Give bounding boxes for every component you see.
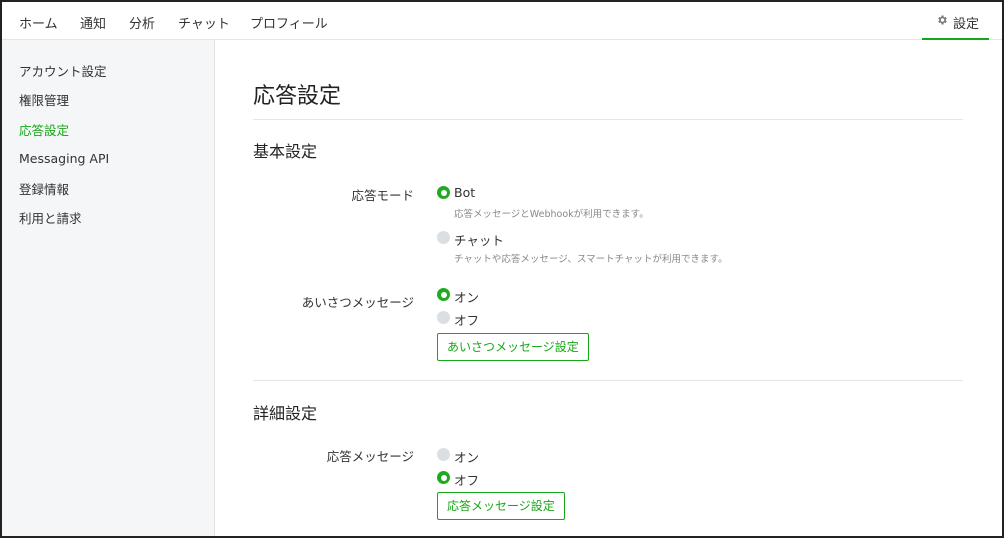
sidebar-item-response-settings[interactable]: 応答設定 [19, 120, 69, 139]
radio-unselected-icon [437, 311, 450, 324]
sidebar-item-messaging-api[interactable]: Messaging API [19, 151, 109, 166]
nav-analytics[interactable]: 分析 [129, 13, 155, 32]
radio-selected-icon [437, 186, 450, 199]
nav-home[interactable]: ホーム [19, 13, 58, 32]
radio-label: オフ [454, 313, 480, 328]
radio-label: オン [454, 290, 480, 305]
section-divider [253, 380, 963, 381]
section-heading-advanced: 詳細設定 [253, 404, 318, 423]
sidebar-item-account-settings[interactable]: アカウント設定 [19, 61, 107, 80]
radio-label: オフ [454, 473, 480, 488]
greeting-settings-button[interactable]: あいさつメッセージ設定 [437, 333, 589, 361]
title-divider [253, 119, 963, 120]
chat-description: チャットや応答メッセージ、スマートチャットが利用できます。 [454, 254, 728, 265]
page-title: 応答設定 [253, 84, 342, 109]
radio-unselected-icon [437, 231, 450, 244]
bot-description: 応答メッセージとWebhookが利用できます。 [454, 209, 649, 220]
nav-settings[interactable]: 設定 [922, 2, 989, 40]
sidebar-item-registration-info[interactable]: 登録情報 [19, 179, 69, 198]
section-heading-basic: 基本設定 [253, 142, 318, 161]
radio-label: チャット [454, 233, 504, 248]
nav-profile[interactable]: プロフィール [250, 13, 328, 32]
sidebar-item-permissions[interactable]: 権限管理 [19, 90, 69, 109]
main-content: 応答設定 基本設定 応答モード Bot 応答メッセージとWebhookが利用でき… [216, 40, 1002, 536]
radio-unselected-icon [437, 448, 450, 461]
radio-label: Bot [454, 185, 476, 200]
radio-selected-icon [437, 288, 450, 301]
auto-reply-label: 応答メッセージ [326, 449, 414, 464]
radio-selected-icon [437, 471, 450, 484]
app-frame: ホーム 通知 分析 チャット プロフィール 設定 アカウント設定 権限管理 応答… [0, 0, 1004, 538]
response-mode-label: 応答モード [351, 188, 414, 203]
auto-reply-settings-button[interactable]: 応答メッセージ設定 [437, 492, 565, 520]
sidebar: アカウント設定 権限管理 応答設定 Messaging API 登録情報 利用と… [2, 40, 215, 536]
greeting-label: あいさつメッセージ [301, 295, 414, 310]
radio-label: オン [454, 450, 480, 465]
top-nav: ホーム 通知 分析 チャット プロフィール 設定 [2, 2, 1002, 40]
nav-chat[interactable]: チャット [178, 13, 230, 32]
nav-settings-label: 設定 [953, 17, 980, 32]
sidebar-item-usage-billing[interactable]: 利用と請求 [19, 208, 82, 227]
gear-icon [938, 15, 947, 25]
nav-notifications[interactable]: 通知 [80, 13, 106, 32]
